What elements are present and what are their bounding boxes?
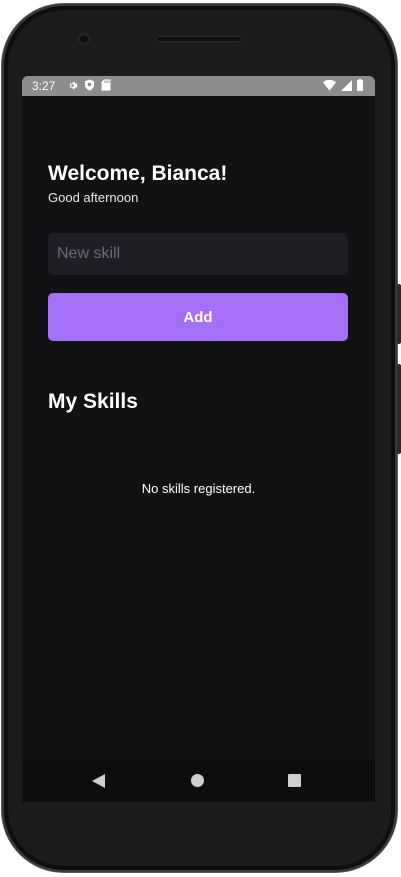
- volume-button: [397, 364, 401, 454]
- power-button: [397, 284, 401, 344]
- shield-icon: [84, 79, 95, 91]
- my-skills-heading: My Skills: [48, 390, 138, 413]
- add-skill-button[interactable]: Add: [48, 293, 348, 341]
- earpiece-speaker: [156, 36, 242, 42]
- signal-icon: [341, 79, 352, 91]
- wifi-icon: [323, 79, 336, 90]
- app-screen: 3:27 Welcome, Bianca! Good afternoon Add…: [22, 76, 375, 760]
- empty-skills-message: No skills registered.: [141, 481, 256, 496]
- home-icon[interactable]: [191, 774, 204, 787]
- back-icon[interactable]: [92, 774, 105, 788]
- front-camera: [78, 33, 90, 45]
- status-system-icons: [323, 79, 363, 91]
- status-bar: 3:27: [22, 76, 375, 96]
- add-button-label: Add: [183, 308, 213, 326]
- navigation-bar: [22, 760, 375, 802]
- greeting-text: Good afternoon: [48, 190, 139, 205]
- status-notification-icons: [67, 79, 111, 91]
- gear-icon: [69, 81, 78, 89]
- new-skill-input[interactable]: [48, 233, 348, 275]
- sd-card-icon: [101, 79, 111, 91]
- recents-icon[interactable]: [288, 774, 301, 787]
- welcome-title: Welcome, Bianca!: [48, 162, 228, 185]
- status-time: 3:27: [32, 79, 56, 93]
- battery-icon: [357, 79, 363, 91]
